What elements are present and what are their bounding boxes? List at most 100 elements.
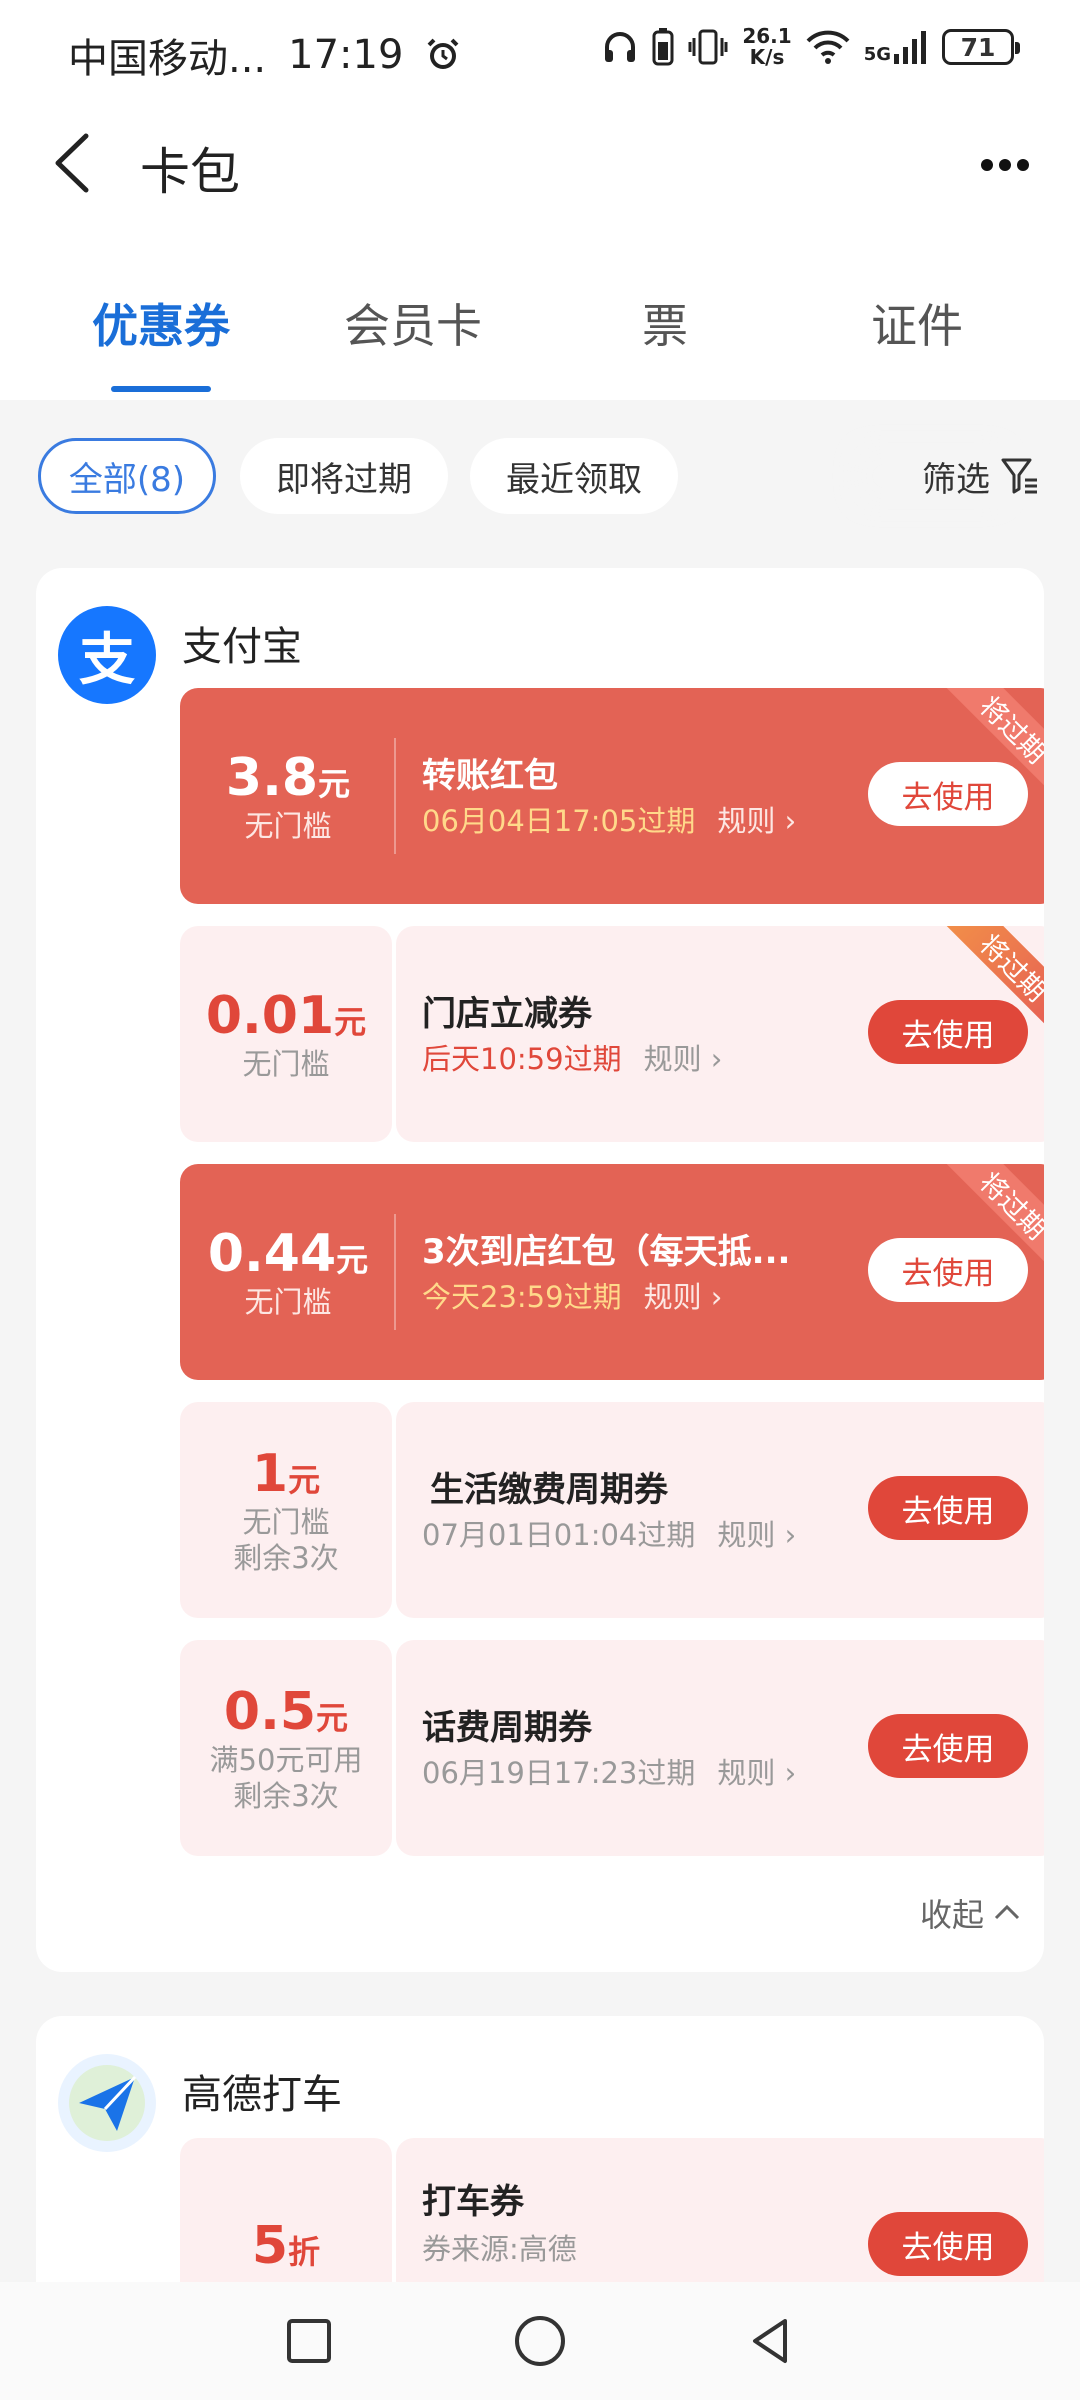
coupon-amount: 0.5 元 [224,1682,348,1742]
coupon-rule-link[interactable]: 规则 › [717,1750,796,1792]
coupon-title: 3次到店红包（每天抵... [422,1232,791,1272]
filter-button[interactable]: 筛选 [882,444,1040,508]
coupon-title: 打车券 [422,2182,524,2222]
back-button[interactable] [42,128,112,198]
net-speed: 26.1 K/s [742,26,791,68]
system-back-button[interactable] [735,2306,805,2376]
coupon-amount-value: 5 [251,2216,289,2276]
coupon-amount-unit: 元 [336,1241,369,1279]
tab-ids[interactable]: 证件 [807,290,1027,356]
use-coupon-button[interactable]: 去使用 [868,762,1028,826]
coupon-amount-value: 0.44 [207,1224,337,1284]
battery-indicator: 71 [942,29,1020,65]
battery-level: 71 [960,32,996,62]
coupon-title: 转账红包 [422,756,558,796]
coupon-value-area: 0.01 元 无门槛 [180,926,392,1142]
use-coupon-button[interactable]: 去使用 [868,1238,1028,1302]
coupon-expire: 今天23:59过期 [422,1280,622,1314]
mobile-signal: 5G [864,30,928,64]
amap-taxi-logo [58,2054,156,2152]
status-bar: 中国移动... 17:19 26.1 K/s 5G 71 [0,0,1080,100]
filter-chip-expiring[interactable]: 即将过期 [240,438,448,514]
chevron-left-icon [55,133,89,193]
header-area: 中国移动... 17:19 26.1 K/s 5G 71 卡包 优惠券 会员卡 … [0,0,1080,400]
coupon-rule-link[interactable]: 规则 › [717,1512,796,1554]
coupon-detail-area: 话费周期券 06月19日17:23过期 规则 › 去使用 [396,1640,1044,1856]
status-left: 中国移动... 17:19 [68,26,461,84]
alipay-logo-glyph: 支 [79,627,135,693]
use-coupon-button[interactable]: 去使用 [868,1000,1028,1064]
coupon-condition: 无门槛 [244,1285,332,1319]
coupon-amount-value: 0.5 [223,1682,317,1742]
coupon-detail-area: 转账红包 06月04日17:05过期 规则 › 去使用 将过期 [396,688,1044,904]
use-coupon-button[interactable]: 去使用 [868,1476,1028,1540]
coupon-expire: 06月19日17:23过期 [422,1756,696,1790]
brand-name: 支付宝 [182,624,302,670]
recent-apps-button[interactable] [274,2306,344,2376]
coupon-source-label: 券来源:高德 [422,2232,577,2266]
tab-coupons[interactable]: 优惠券 [51,290,271,356]
coupon-rule-link[interactable]: 规则 › [644,1274,723,1316]
clock-time: 17:19 [288,32,404,78]
coupon-item[interactable]: 0.5 元 满50元可用 剩余3次 话费周期券 06月19日17:23过期 规则… [180,1640,1044,1856]
coupon-amount-value: 3.8 [225,748,319,808]
coupon-title: 生活缴费周期券 [430,1470,668,1510]
net-speed-value: 26.1 [742,24,792,48]
brand-name: 高德打车 [182,2072,342,2118]
coupon-meta: 06月19日17:23过期 规则 › [422,1750,796,1792]
paper-plane-icon [69,2065,145,2141]
collapse-label: 收起 [919,1896,984,1934]
coupon-item[interactable]: 0.44 元 无门槛 3次到店红包（每天抵... 今天23:59过期 规则 › … [180,1164,1044,1380]
chevron-up-icon [994,1904,1020,1920]
more-dot-icon [999,159,1011,171]
coupon-rule-label: 规则 [643,1042,702,1076]
brand-card-alipay: 支 支付宝 3.8 元 无门槛 转账红包 06月04日17:05过期 规则 › … [36,568,1044,1972]
collapse-button[interactable]: 收起 [920,1890,1022,1936]
coupon-value-area: 0.5 元 满50元可用 剩余3次 [180,1640,392,1856]
coupon-amount-unit: 元 [318,765,351,803]
vibrate-icon [688,29,728,65]
tab-tickets[interactable]: 票 [555,290,775,356]
coupon-rule-label: 规则 [643,1280,702,1314]
signal-bars-icon [894,31,926,64]
filter-chip-all[interactable]: 全部(8) [38,438,216,514]
more-dot-icon [981,159,993,171]
coupon-detail-area: 门店立减券 后天10:59过期 规则 › 去使用 将过期 [396,926,1044,1142]
coupon-expire: 后天10:59过期 [422,1042,622,1076]
use-coupon-button[interactable]: 去使用 [868,1714,1028,1778]
status-right: 26.1 K/s 5G 71 [602,26,1020,68]
coupon-item[interactable]: 3.8 元 无门槛 转账红包 06月04日17:05过期 规则 › 去使用 将过… [180,688,1044,904]
coupon-condition: 无门槛 [244,809,332,843]
coupon-amount-value: 0.01 [205,986,335,1046]
coupon-condition: 无门槛 [242,1047,330,1081]
coupon-amount: 5 折 [252,2216,320,2276]
coupon-expire: 06月04日17:05过期 [422,804,696,838]
page-title: 卡包 [140,143,240,201]
nav-bar: 卡包 [0,110,1080,220]
tab-bar: 优惠券 会员卡 票 证件 [0,290,1080,400]
coupon-rule-link[interactable]: 规则 › [717,798,796,840]
alarm-icon [428,38,459,69]
coupon-value-area: 3.8 元 无门槛 [180,688,396,904]
home-button[interactable] [505,2306,575,2376]
more-options-button[interactable] [970,130,1040,200]
net-speed-unit: K/s [749,45,785,69]
coupon-meta: 后天10:59过期 规则 › [422,1036,722,1078]
coupon-item[interactable]: 1 元 无门槛 剩余3次 生活缴费周期券 07月01日01:04过期 规则 › … [180,1402,1044,1618]
use-coupon-button[interactable]: 去使用 [868,2212,1028,2276]
filter-chip-recent[interactable]: 最近领取 [470,438,678,514]
coupon-rule-link[interactable]: 规则 › [644,1036,723,1078]
coupon-meta: 06月04日17:05过期 规则 › [422,798,796,840]
circle-icon [515,2316,565,2366]
coupon-item[interactable]: 0.01 元 无门槛 门店立减券 后天10:59过期 规则 › 去使用 将过期 [180,926,1044,1142]
more-dot-icon [1017,159,1029,171]
coupon-amount-value: 1 [251,1444,289,1504]
square-icon [287,2319,331,2363]
filter-row: 全部(8) 即将过期 最近领取 筛选 [0,430,1080,520]
coupon-remaining: 剩余3次 [233,1779,339,1813]
system-nav-bar [0,2282,1080,2400]
tab-active-indicator [111,386,211,392]
brand-card-amap-taxi: 高德打车 5 折 打车券 券来源:高德 06月05日23:59过期 规则 › 去… [36,2016,1044,2316]
tab-membership-cards[interactable]: 会员卡 [303,290,523,356]
alipay-logo: 支 [58,606,156,704]
